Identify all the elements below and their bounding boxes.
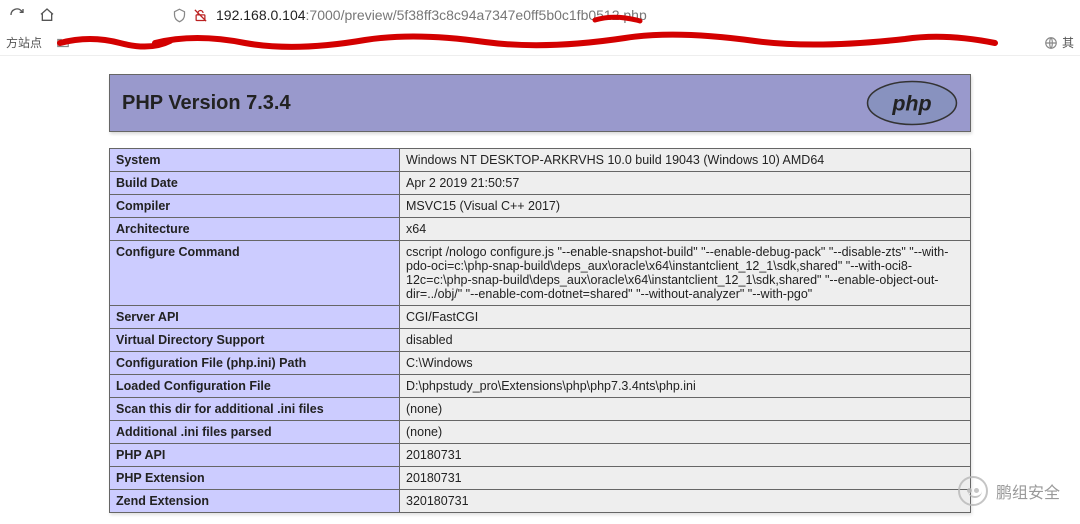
info-value: x64 xyxy=(400,218,971,241)
svg-text:php: php xyxy=(891,92,931,116)
address-bar-security xyxy=(172,8,208,23)
table-row: Zend Extension320180731 xyxy=(110,490,971,513)
bookmark-folder[interactable] xyxy=(56,36,77,50)
table-row: Loaded Configuration FileD:\phpstudy_pro… xyxy=(110,375,971,398)
info-value: disabled xyxy=(400,329,971,352)
info-value: 20180731 xyxy=(400,467,971,490)
table-row: Virtual Directory Supportdisabled xyxy=(110,329,971,352)
watermark: 鹏组安全 xyxy=(958,476,1060,506)
info-value: C:\Windows xyxy=(400,352,971,375)
home-button[interactable] xyxy=(38,6,56,24)
info-value: MSVC15 (Visual C++ 2017) xyxy=(400,195,971,218)
phpinfo-header: PHP Version 7.3.4 php xyxy=(109,74,971,132)
folder-icon xyxy=(56,36,70,50)
info-key: Additional .ini files parsed xyxy=(110,421,400,444)
info-value: CGI/FastCGI xyxy=(400,306,971,329)
phpinfo-tbody: SystemWindows NT DESKTOP-ARKRVHS 10.0 bu… xyxy=(110,149,971,513)
info-value: D:\phpstudy_pro\Extensions\php\php7.3.4n… xyxy=(400,375,971,398)
info-value: Windows NT DESKTOP-ARKRVHS 10.0 build 19… xyxy=(400,149,971,172)
info-value: 320180731 xyxy=(400,490,971,513)
table-row: Additional .ini files parsed(none) xyxy=(110,421,971,444)
info-key: Architecture xyxy=(110,218,400,241)
redaction-scribble xyxy=(0,30,1080,56)
info-key: Configure Command xyxy=(110,241,400,306)
table-row: Configuration File (php.ini) PathC:\Wind… xyxy=(110,352,971,375)
table-row: PHP Extension20180731 xyxy=(110,467,971,490)
shield-icon xyxy=(172,8,187,23)
page-title: PHP Version 7.3.4 xyxy=(122,92,291,115)
table-row: CompilerMSVC15 (Visual C++ 2017) xyxy=(110,195,971,218)
phpinfo-table: SystemWindows NT DESKTOP-ARKRVHS 10.0 bu… xyxy=(109,148,971,513)
info-key: System xyxy=(110,149,400,172)
info-value: (none) xyxy=(400,398,971,421)
table-row: Build DateApr 2 2019 21:50:57 xyxy=(110,172,971,195)
watermark-text: 鹏组安全 xyxy=(996,479,1060,503)
info-key: Zend Extension xyxy=(110,490,400,513)
info-value: 20180731 xyxy=(400,444,971,467)
info-key: Compiler xyxy=(110,195,400,218)
info-value: (none) xyxy=(400,421,971,444)
reload-button[interactable] xyxy=(8,6,26,24)
table-row: SystemWindows NT DESKTOP-ARKRVHS 10.0 bu… xyxy=(110,149,971,172)
info-key: PHP Extension xyxy=(110,467,400,490)
globe-icon xyxy=(1044,36,1058,50)
table-row: Scan this dir for additional .ini files(… xyxy=(110,398,971,421)
table-row: PHP API20180731 xyxy=(110,444,971,467)
info-key: Build Date xyxy=(110,172,400,195)
lock-off-icon xyxy=(193,8,208,23)
info-value: cscript /nologo configure.js "--enable-s… xyxy=(400,241,971,306)
phpinfo-container: PHP Version 7.3.4 php SystemWindows NT D… xyxy=(109,74,971,513)
table-row: Configure Commandcscript /nologo configu… xyxy=(110,241,971,306)
info-key: Loaded Configuration File xyxy=(110,375,400,398)
bookmark-globe[interactable]: 其 xyxy=(1044,34,1074,51)
bookmark-item[interactable]: 方站点 xyxy=(6,34,42,51)
info-key: Scan this dir for additional .ini files xyxy=(110,398,400,421)
bookmarks-bar: 方站点 其 xyxy=(0,30,1080,56)
url-host: 192.168.0.104 xyxy=(216,7,306,23)
info-value: Apr 2 2019 21:50:57 xyxy=(400,172,971,195)
table-row: Architecturex64 xyxy=(110,218,971,241)
php-logo: php xyxy=(866,80,958,126)
browser-toolbar: 192.168.0.104:7000/preview/5f38ff3c8c94a… xyxy=(0,0,1080,30)
address-bar[interactable]: 192.168.0.104:7000/preview/5f38ff3c8c94a… xyxy=(216,7,647,23)
info-key: Virtual Directory Support xyxy=(110,329,400,352)
info-key: Configuration File (php.ini) Path xyxy=(110,352,400,375)
url-path: :7000/preview/5f38ff3c8c94a7347e0ff5b0c1… xyxy=(306,7,647,23)
page-viewport: PHP Version 7.3.4 php SystemWindows NT D… xyxy=(0,56,1080,524)
table-row: Server APICGI/FastCGI xyxy=(110,306,971,329)
info-key: Server API xyxy=(110,306,400,329)
watermark-icon xyxy=(958,476,988,506)
info-key: PHP API xyxy=(110,444,400,467)
